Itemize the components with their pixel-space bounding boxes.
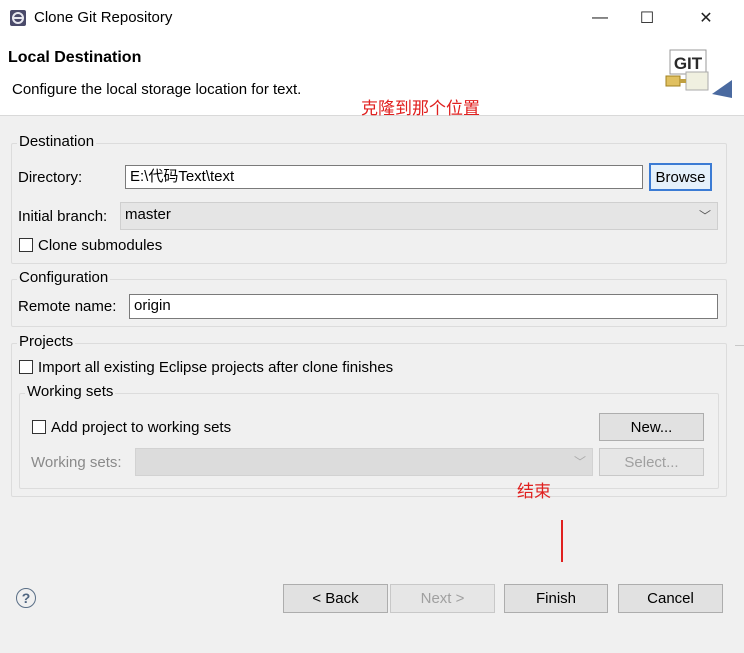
close-button[interactable]: ✕ xyxy=(683,0,729,36)
clone-submodules-checkbox[interactable] xyxy=(19,238,33,252)
directory-input[interactable]: E:\代码Text\text xyxy=(125,165,643,189)
add-to-working-sets-label: Add project to working sets xyxy=(51,419,232,436)
back-button[interactable]: < Back xyxy=(283,584,388,613)
remote-name-label: Remote name: xyxy=(18,298,117,315)
minimize-button[interactable]: — xyxy=(577,0,623,36)
configuration-legend: Configuration xyxy=(17,269,111,286)
page-description: Configure the local storage location for… xyxy=(12,81,302,98)
window-edge-divider xyxy=(735,345,744,346)
cancel-button[interactable]: Cancel xyxy=(618,584,723,613)
git-logo-icon: GIT xyxy=(665,49,732,98)
window-title: Clone Git Repository xyxy=(34,9,173,26)
next-button[interactable]: Next > xyxy=(390,584,495,613)
chevron-down-icon: ﹀ xyxy=(573,455,586,469)
chevron-down-icon: ﹀ xyxy=(698,209,711,223)
import-projects-checkbox[interactable] xyxy=(19,360,33,374)
import-projects-label: Import all existing Eclipse projects aft… xyxy=(38,359,394,376)
clone-submodules-label: Clone submodules xyxy=(38,237,163,254)
annotation-finish: 结束 xyxy=(517,482,551,501)
remote-name-input[interactable]: origin xyxy=(129,294,718,319)
working-sets-select[interactable]: ﹀ xyxy=(135,448,593,476)
eclipse-app-icon xyxy=(10,10,26,26)
add-to-working-sets-checkbox[interactable] xyxy=(32,420,46,434)
projects-legend: Projects xyxy=(17,333,76,350)
git-logo-text: GIT xyxy=(674,54,703,73)
page-title: Local Destination xyxy=(8,49,142,66)
select-working-sets-button[interactable]: Select... xyxy=(599,448,704,476)
help-icon[interactable]: ? xyxy=(16,588,36,608)
initial-branch-label: Initial branch: xyxy=(18,208,108,225)
new-working-set-button[interactable]: New... xyxy=(599,413,704,441)
browse-button[interactable]: Browse xyxy=(649,163,712,191)
maximize-button[interactable]: ☐ xyxy=(624,0,670,36)
initial-branch-select[interactable]: master ﹀ xyxy=(120,202,718,230)
initial-branch-value: master xyxy=(125,206,171,223)
destination-legend: Destination xyxy=(17,133,97,150)
directory-label: Directory: xyxy=(18,169,83,186)
finish-button[interactable]: Finish xyxy=(504,584,608,613)
working-sets-legend: Working sets xyxy=(25,383,116,400)
working-sets-label: Working sets: xyxy=(31,454,122,471)
